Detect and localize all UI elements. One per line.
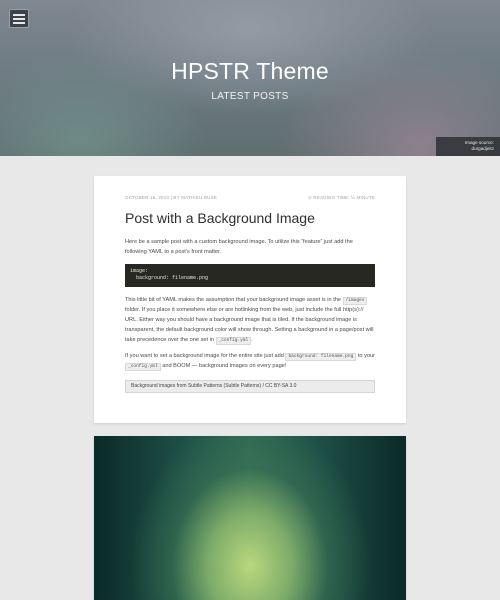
- post-paragraph-3: If you want to set a background image fo…: [125, 351, 375, 371]
- code-block: image: background: filename.png: [125, 264, 375, 287]
- paragraph-text: If you want to set a background image fo…: [125, 353, 284, 359]
- site-title[interactable]: HPSTR Theme: [0, 58, 500, 85]
- next-post-feature-image[interactable]: [94, 436, 406, 600]
- post-paragraph-1: Here be a sample post with a custom back…: [125, 239, 353, 255]
- paragraph-text: and BOOM — background images on every pa…: [162, 363, 287, 369]
- header-hero: HPSTR Theme LATEST POSTS Image source: d…: [0, 0, 500, 156]
- paragraph-text: .: [251, 337, 253, 343]
- paragraph-text: to your: [357, 353, 375, 359]
- post-paragraph-2: This little bit of YAML makes the assump…: [125, 295, 375, 345]
- paragraph-text: This little bit of YAML makes the assump…: [125, 297, 341, 303]
- image-credit-author[interactable]: durgadjeitz: [436, 146, 494, 152]
- post-title[interactable]: Post with a Background Image: [125, 210, 375, 226]
- hamburger-menu-icon[interactable]: [9, 9, 29, 28]
- code-line: background: filename.png: [130, 275, 209, 281]
- inline-code: background: filename.png: [285, 353, 357, 361]
- attribution-note[interactable]: Background images from Subtle Patterns (…: [125, 380, 375, 393]
- inline-code: /images: [342, 297, 368, 305]
- reading-time: ⊙ READING TIME: ½ MINUTE: [308, 195, 375, 200]
- inline-code: _config.yml: [215, 337, 252, 345]
- code-line: image:: [130, 268, 149, 274]
- post-meta: OCTOBER 16, 2013 | BY MATHIEU BUSE ⊙ REA…: [125, 195, 375, 202]
- page-subtitle: LATEST POSTS: [211, 91, 289, 102]
- post-card: OCTOBER 16, 2013 | BY MATHIEU BUSE ⊙ REA…: [94, 176, 406, 423]
- image-credit[interactable]: Image source: durgadjeitz: [436, 137, 500, 156]
- post-date: OCTOBER 16, 2013 | BY MATHIEU BUSE: [125, 195, 217, 200]
- inline-code: _config.yml: [125, 363, 161, 371]
